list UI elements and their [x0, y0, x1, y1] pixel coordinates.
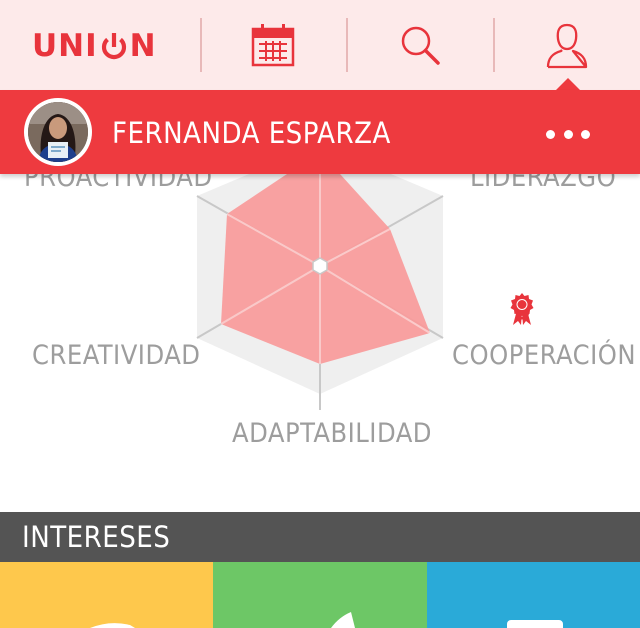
calendar-button[interactable]: [243, 18, 303, 72]
nav-divider: [346, 18, 348, 72]
active-tab-caret: [556, 78, 580, 90]
calendar-icon: [251, 24, 295, 67]
logo-text-right: N: [129, 28, 157, 64]
union-logo[interactable]: UNI N: [32, 26, 157, 66]
interest-tile-icon: [331, 612, 355, 628]
label-creatividad: CREATIVIDAD: [32, 340, 201, 371]
skills-radar: PROACTIVIDAD LIDERAZGO CREATIVIDAD COOPE…: [0, 174, 640, 512]
logo-text-left: UNI: [32, 28, 98, 64]
more-options-button[interactable]: [544, 120, 592, 148]
label-liderazgo: LIDERAZGO: [470, 174, 617, 193]
avatar[interactable]: [24, 98, 92, 166]
top-navigation: UNI N: [0, 0, 640, 90]
interest-tile-icon: [507, 620, 563, 628]
profile-button[interactable]: [537, 18, 597, 72]
award-ribbon-icon: [510, 293, 534, 325]
avatar-photo: [28, 102, 88, 162]
interest-tile[interactable]: [213, 562, 427, 628]
search-icon: [401, 26, 440, 65]
interest-tile[interactable]: [427, 562, 640, 628]
label-adaptabilidad: ADAPTABILIDAD: [232, 418, 433, 449]
radar-center-marker: [312, 257, 328, 275]
cooperation-award-badge: 3: [508, 292, 534, 327]
profile-bar: FERNANDA ESPARZA: [0, 90, 640, 174]
interests-header: INTERESES: [0, 512, 640, 562]
search-button[interactable]: [390, 18, 450, 72]
power-icon: [101, 33, 126, 60]
label-proactividad: PROACTIVIDAD: [24, 174, 213, 193]
profile-name: FERNANDA ESPARZA: [112, 116, 391, 150]
nav-divider: [200, 18, 202, 72]
interest-tile-icon: [90, 623, 135, 628]
label-cooperacion: COOPERACIÓN: [452, 340, 637, 371]
nav-divider: [493, 18, 495, 72]
interest-tile[interactable]: [0, 562, 213, 628]
more-dot-icon: [563, 129, 573, 139]
interests-title: INTERESES: [22, 520, 171, 554]
user-icon: [546, 23, 588, 69]
more-dot-icon: [581, 129, 590, 139]
more-dot-icon: [546, 129, 555, 139]
